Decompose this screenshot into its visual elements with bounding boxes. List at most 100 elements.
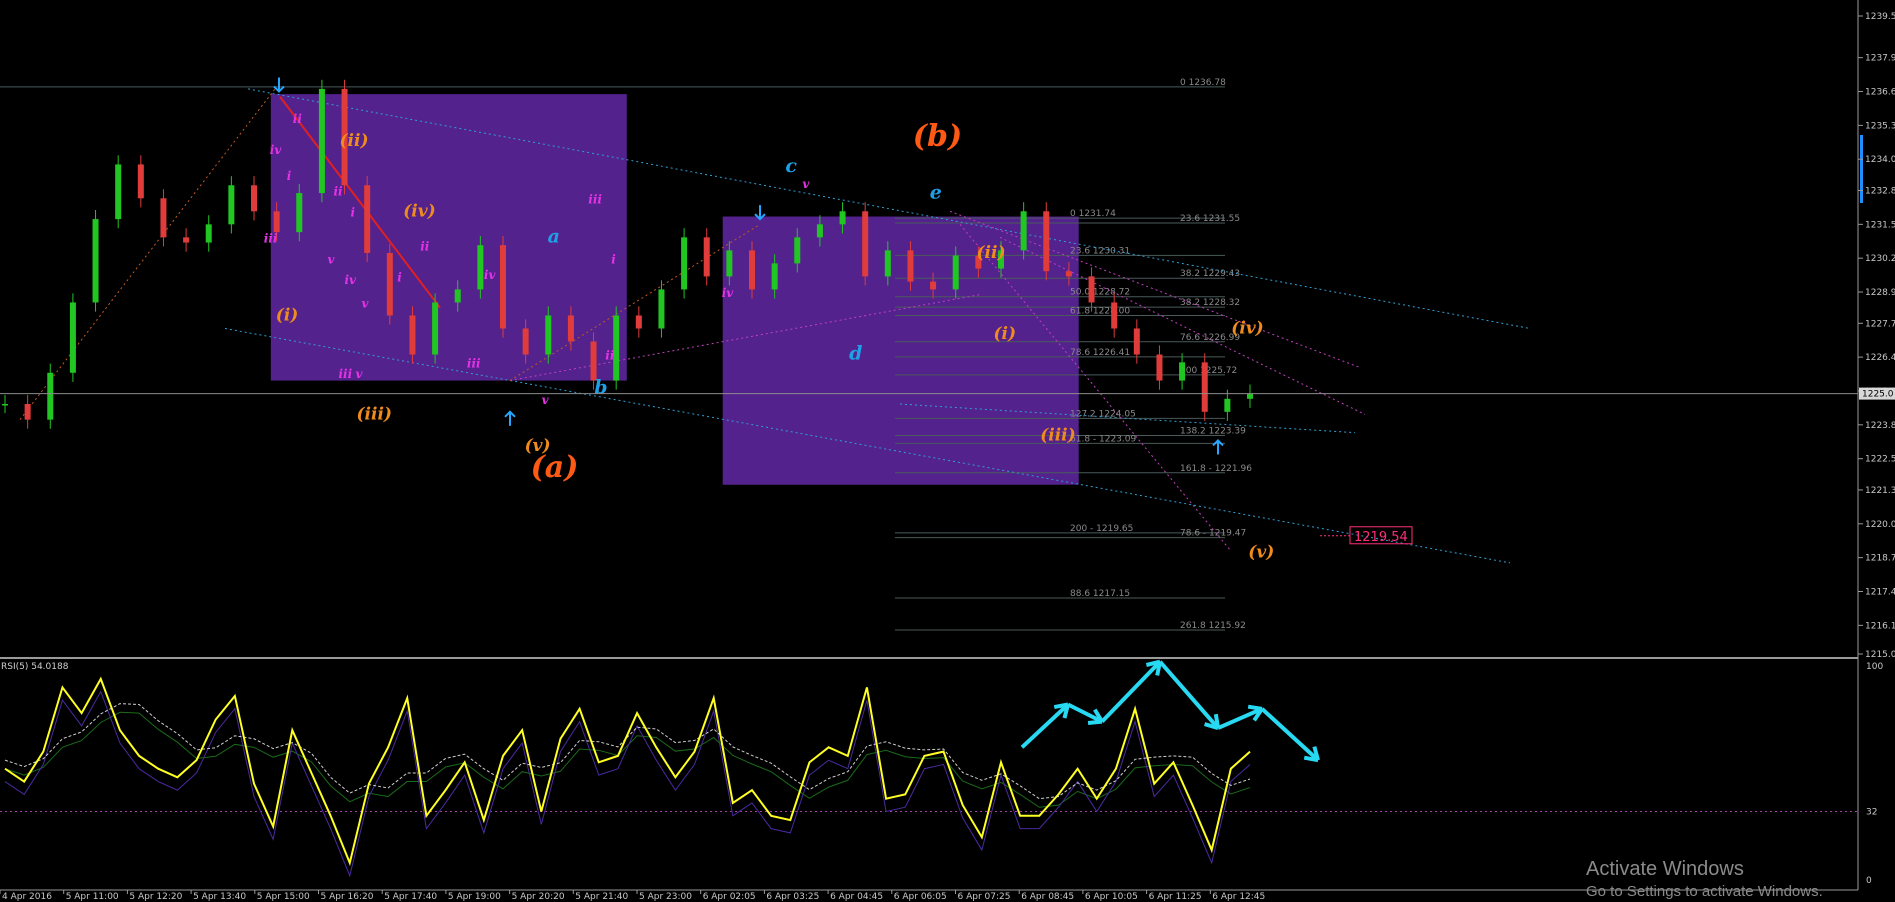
fib-level-label: 38.2 1228.32: [1180, 298, 1240, 308]
x-tick-label: 6 Apr 03:25: [766, 892, 819, 902]
candle-body: [1111, 302, 1118, 329]
wave-label: ii: [605, 349, 615, 363]
wave-b-box: [722, 216, 1079, 485]
x-tick-label: 5 Apr 13:40: [193, 892, 246, 902]
fib-level-label: 0 1231.74: [1070, 209, 1116, 219]
x-tick-label: 5 Apr 15:00: [257, 892, 310, 902]
candle-body: [930, 281, 937, 290]
candle-body: [1065, 271, 1072, 277]
candle-body: [1247, 393, 1253, 399]
fib-level-label: 138.2 1223.39: [1180, 427, 1246, 437]
y-tick-label: 1237.9: [1865, 54, 1895, 64]
y-tick-label: 1239.5: [1865, 12, 1895, 22]
y-tick-label: 1234.0: [1865, 155, 1895, 165]
candle-body: [703, 237, 710, 277]
fib-level-label: 50.0 1228.72: [1070, 288, 1130, 298]
candle-body: [273, 211, 280, 233]
candle-body: [1043, 211, 1050, 272]
candle-body: [296, 193, 303, 233]
wave-label: iv: [484, 268, 497, 282]
fib-level-label: 88.6 1217.15: [1070, 589, 1130, 599]
candle-body: [477, 245, 484, 290]
x-tick-label: 5 Apr 17:40: [384, 892, 437, 902]
candle-body: [386, 252, 393, 316]
wave-label: (iv): [403, 202, 435, 222]
candle-body: [952, 255, 959, 290]
watermark-title: Activate Windows: [1586, 858, 1744, 880]
wave-label: c: [785, 155, 797, 177]
candle-body: [1179, 362, 1186, 381]
fib-level-label: 61.8 1228.00: [1070, 306, 1130, 316]
candle-body: [862, 211, 869, 277]
wave-label: v: [542, 393, 550, 407]
wave-label: a: [548, 226, 560, 248]
activate-windows-watermark: Activate Windows Go to Settings to activ…: [1586, 858, 1823, 900]
y-tick-label: 1228.9: [1865, 288, 1895, 298]
wave-label: iii: [339, 367, 353, 381]
wave-label: (iii): [357, 405, 392, 425]
y-tick-label: 1232.8: [1865, 186, 1895, 196]
y-tick-label: 1217.4: [1865, 588, 1895, 598]
x-tick-label: 6 Apr 12:45: [1212, 892, 1265, 902]
candle-body: [115, 164, 122, 220]
y-tick-label: 1231.5: [1865, 220, 1895, 230]
y-tick-label: 1230.2: [1865, 254, 1895, 264]
wave-label: (i): [276, 306, 299, 326]
y-tick-label: 1236.6: [1865, 88, 1895, 98]
fib-level-label: 38.2 1229.43: [1180, 269, 1240, 279]
candle-body: [907, 250, 914, 282]
candle-body: [726, 250, 733, 277]
rsi-title: RSI(5) 54.0188: [1, 662, 69, 672]
candle-body: [205, 224, 212, 243]
candle-body: [749, 250, 755, 290]
wave-label: v: [362, 297, 370, 311]
wave-label: iii: [588, 192, 602, 206]
y-tick-label: 1226.4: [1865, 353, 1895, 363]
x-tick-label: 6 Apr 08:45: [1021, 892, 1074, 902]
candle-body: [1156, 354, 1163, 381]
candle-body: [160, 198, 167, 238]
wave-label: (iv): [1231, 319, 1263, 339]
rsi-y-tick-label: 100: [1866, 662, 1883, 672]
fib-level-label: 0 1236.78: [1180, 78, 1226, 88]
candle-body: [318, 88, 325, 194]
wave-label: iv: [722, 286, 735, 300]
wave-label: (v): [525, 436, 551, 456]
candle-body: [1133, 328, 1140, 355]
x-tick-label: 6 Apr 10:05: [1085, 892, 1138, 902]
x-tick-label: 6 Apr 06:05: [894, 892, 947, 902]
y-tick-label: 1215.0: [1865, 650, 1895, 660]
wave-label: (iii): [1040, 425, 1075, 445]
candle-body: [2, 404, 8, 406]
wave-label: (b): [913, 119, 962, 154]
candle-body: [658, 289, 665, 329]
wave-label: i: [287, 169, 292, 183]
x-tick-label: 5 Apr 23:00: [639, 892, 692, 902]
fib-level-label: 200 - 1219.65: [1070, 524, 1133, 534]
candle-body: [1201, 362, 1208, 412]
candle-body: [794, 237, 801, 264]
wave-label: e: [930, 181, 942, 203]
candle-body: [432, 302, 439, 355]
rsi-y-tick-label: 32: [1866, 808, 1877, 818]
candle-body: [681, 237, 688, 290]
y-tick-label: 1216.1: [1865, 621, 1895, 631]
wave-label: (v): [1248, 543, 1274, 563]
wave-label: iii: [264, 232, 278, 246]
wave-label: ii: [420, 239, 430, 253]
candle-body: [1224, 398, 1231, 412]
candle-body: [69, 302, 76, 373]
x-tick-label: 5 Apr 19:00: [448, 892, 501, 902]
candle-body: [251, 185, 257, 212]
wave-label: b: [594, 377, 607, 399]
price-chart[interactable]: 0 1236.780 1231.74 23.6 1231.5523.6 1230.…: [0, 0, 1895, 902]
candle-body: [500, 245, 506, 329]
x-tick-label: 5 Apr 21:40: [575, 892, 628, 902]
wave-label: iv: [345, 273, 358, 287]
candle-body: [24, 404, 31, 420]
candle-body: [522, 328, 529, 355]
wave-label: v: [356, 367, 364, 381]
axis-scroll-marker[interactable]: [1860, 135, 1863, 203]
x-tick-label: 6 Apr 11:25: [1149, 892, 1202, 902]
candle-body: [884, 250, 891, 277]
